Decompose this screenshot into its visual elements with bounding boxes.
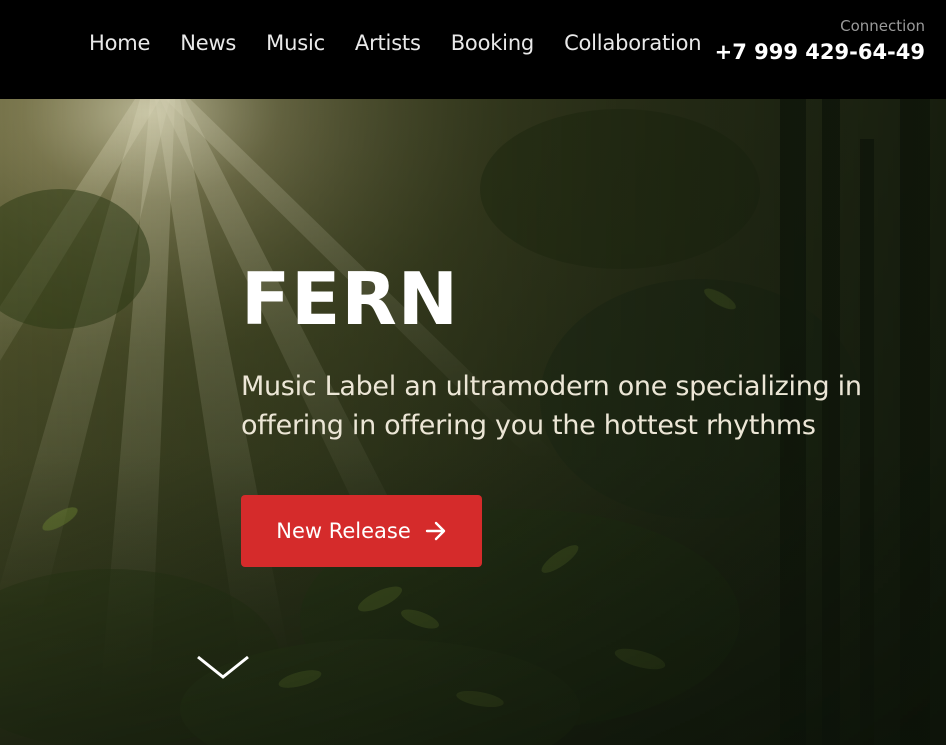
contact-phone-link[interactable]: +7 999 429-64-49 bbox=[715, 37, 925, 67]
nav-item-booking[interactable]: Booking bbox=[451, 28, 535, 58]
main-nav: Home News Music Artists Booking Collabor… bbox=[89, 28, 731, 58]
nav-item-collaboration[interactable]: Collaboration bbox=[564, 28, 702, 58]
contact-label: Connection bbox=[840, 17, 925, 35]
hero-section: FERN Music Label an ultramodern one spec… bbox=[0, 99, 946, 745]
hero-title: FERN bbox=[241, 257, 460, 341]
contact-block: Connection +7 999 429-64-49 bbox=[715, 16, 925, 67]
site-header: Home News Music Artists Booking Collabor… bbox=[0, 0, 946, 99]
nav-item-news[interactable]: News bbox=[180, 28, 236, 58]
new-release-label: New Release bbox=[276, 519, 411, 543]
new-release-button[interactable]: New Release bbox=[241, 495, 482, 567]
chevron-down-icon[interactable] bbox=[196, 654, 250, 682]
nav-item-artists[interactable]: Artists bbox=[355, 28, 421, 58]
arrow-right-icon bbox=[425, 521, 447, 541]
hero-subtitle: Music Label an ultramodern one specializ… bbox=[241, 371, 862, 441]
nav-item-home[interactable]: Home bbox=[89, 28, 150, 58]
nav-item-music[interactable]: Music bbox=[266, 28, 325, 58]
landing-page: Home News Music Artists Booking Collabor… bbox=[0, 0, 946, 745]
